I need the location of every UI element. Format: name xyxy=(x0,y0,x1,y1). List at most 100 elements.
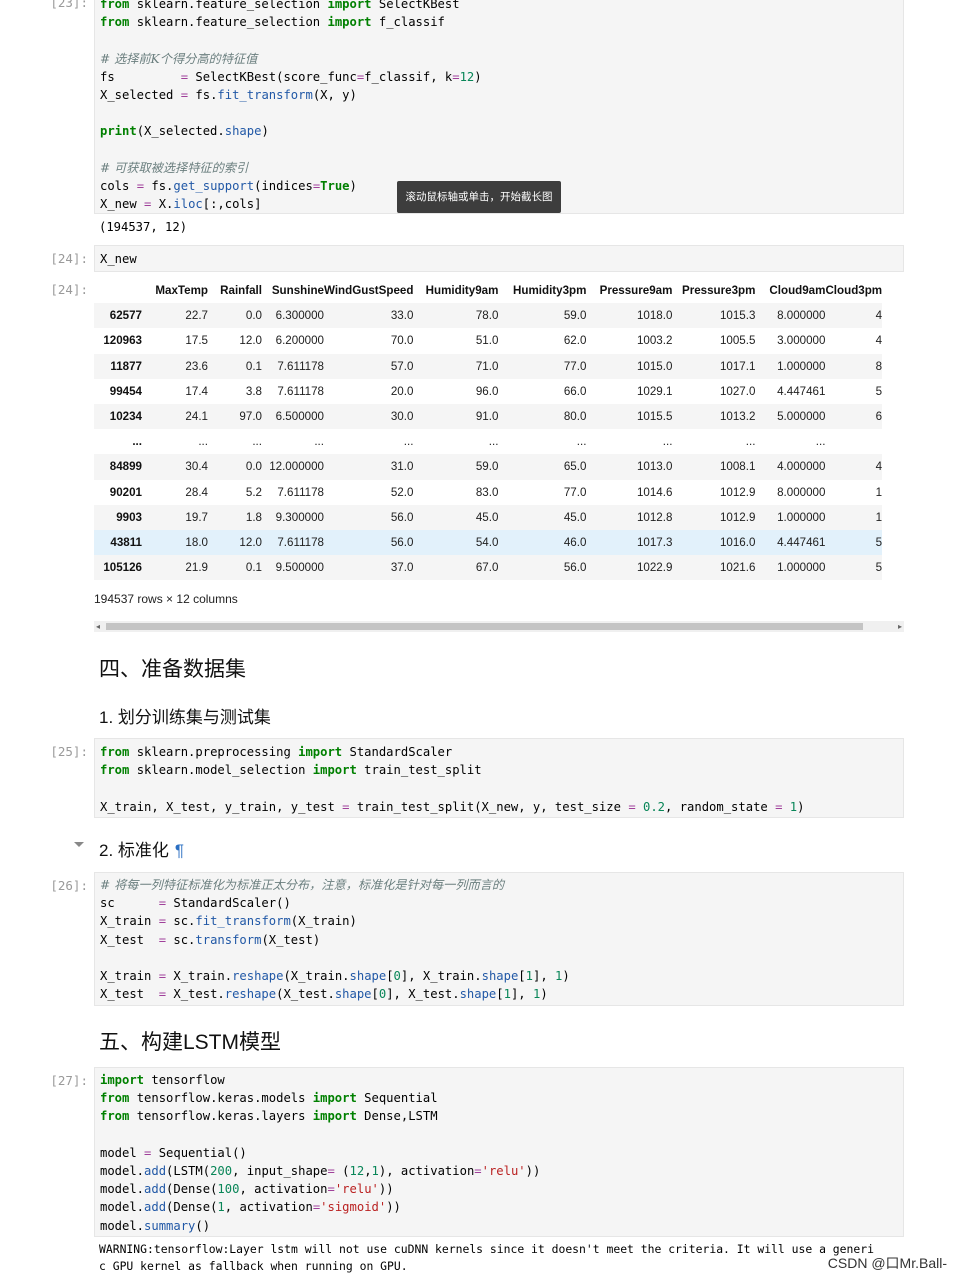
code-token: (X_train) xyxy=(290,914,357,929)
code-line: X_train, X_test, y_train, y_test = train… xyxy=(100,798,898,816)
code-token: ], X_test. xyxy=(386,987,460,1002)
table-cell: 31.0 xyxy=(390,460,414,474)
code-token: ) xyxy=(562,968,570,983)
code-editor[interactable]: # 将每一列特征标准化为标准正太分布，注意，标准化是针对每一列而言的 sc = S… xyxy=(94,872,904,1006)
table-cell: 1015.5 xyxy=(636,410,673,424)
code-token: ], X_train. xyxy=(400,968,482,983)
table-cell: 12.0 xyxy=(239,535,262,549)
row-index: 120963 xyxy=(103,334,142,348)
table-cell: 22.7 xyxy=(185,309,208,323)
table-cell: 1008.1 xyxy=(719,460,756,474)
code-token: ], xyxy=(532,968,555,983)
code-token: import xyxy=(298,745,343,759)
table-row: 120963 17.5 12.0 6.200000 70.0 51.0 62.0 1003.2… xyxy=(94,328,882,353)
table-cell: 66.0 xyxy=(563,384,587,398)
table-cell: 78.0 xyxy=(475,309,499,323)
table-cell: 28.4 xyxy=(185,485,208,499)
scroll-right-arrow-icon[interactable]: ▸ xyxy=(898,621,902,632)
code-token: = xyxy=(158,968,167,983)
subheading-split-dataset: 1. 划分训练集与测试集 xyxy=(99,708,271,727)
code-line: X_new xyxy=(100,252,137,266)
anchor-link-icon[interactable]: ¶ xyxy=(175,841,184,860)
code-token: summary xyxy=(144,1218,196,1233)
code-token: # 选择前K个得分高的特征值 xyxy=(100,51,258,66)
row-index: 10234 xyxy=(109,410,142,424)
table-cell: 57.0 xyxy=(390,359,414,373)
scroll-left-arrow-icon[interactable]: ◂ xyxy=(96,621,100,632)
code-token: shape xyxy=(224,124,262,139)
table-cell: 3.8 xyxy=(245,384,262,398)
code-line: X_test = X_test.reshape(X_test.shape[0],… xyxy=(100,985,898,1003)
code-token: from xyxy=(100,1091,130,1106)
table-cell: ... xyxy=(403,435,414,449)
row-index: 105126 xyxy=(103,561,142,575)
code-token: 1 xyxy=(217,1200,225,1215)
code-token: = xyxy=(158,914,167,929)
code-token: (X, y) xyxy=(312,87,357,102)
code-token: ) xyxy=(797,799,805,814)
code-token: import xyxy=(327,15,372,30)
table-cell: ... xyxy=(815,435,826,449)
table-cell: 1003.2 xyxy=(636,334,673,348)
code-editor[interactable]: from sklearn.preprocessing import Standa… xyxy=(94,738,904,818)
code-token: X_selected xyxy=(100,87,181,102)
dataframe-output: MaxTemp Rainfall Sunshine WindGustSpeed Humi… xyxy=(94,278,904,583)
column-header: Pressure3pm xyxy=(681,284,756,298)
code-token: fs. xyxy=(144,178,174,193)
code-token: ) xyxy=(349,178,357,193)
table-cell: 83.0 xyxy=(475,485,499,499)
row-index: ... xyxy=(132,435,142,449)
section-heading-4: 四、准备数据集 xyxy=(99,658,246,681)
table-cell: 5 xyxy=(875,535,883,549)
code-token: X_train. xyxy=(166,968,233,983)
table-cell: ... xyxy=(745,435,756,449)
table-cell: 56.0 xyxy=(390,535,414,549)
table-cell: 1015.3 xyxy=(719,309,756,323)
section-heading-5: 五、构建LSTM模型 xyxy=(99,1031,282,1054)
code-token: reshape xyxy=(232,968,284,983)
code-editor[interactable]: import tensorflow from tensorflow.keras.m… xyxy=(94,1067,904,1237)
table-cell: 17.4 xyxy=(185,384,208,398)
code-token: add xyxy=(144,1182,167,1197)
code-token: import xyxy=(312,1109,357,1124)
column-header: MaxTemp xyxy=(155,284,208,298)
code-line: from tensorflow.keras.layers import Dens… xyxy=(100,1107,898,1125)
table-cell: ... xyxy=(252,435,262,449)
code-token: , random_state xyxy=(665,799,776,814)
code-token: ], xyxy=(510,987,533,1002)
horizontal-scrollbar[interactable]: ◂ ▸ xyxy=(94,621,904,632)
code-token: (X_selected. xyxy=(136,124,225,139)
table-row: 99454 17.4 3.8 7.611178 20.0 96.0 66.0 1029.1 10… xyxy=(94,379,882,404)
table-cell: 24.1 xyxy=(185,410,208,424)
table-cell: 1012.8 xyxy=(636,510,673,524)
code-token: Sequential xyxy=(356,1091,438,1106)
code-editor[interactable]: X_new xyxy=(94,245,904,272)
table-cell: 7.611178 xyxy=(277,359,324,373)
row-index: 43811 xyxy=(110,535,142,549)
code-line: from sklearn.preprocessing import Standa… xyxy=(100,743,898,761)
code-token: 1 xyxy=(525,968,533,983)
code-token: train_test_split xyxy=(356,763,482,778)
code-token: f_classif xyxy=(371,15,445,30)
subheading-standardize: 2. 标准化 ¶ xyxy=(99,836,184,861)
code-token: 0 xyxy=(393,968,401,983)
scrollbar-thumb[interactable] xyxy=(106,623,863,630)
code-token: = xyxy=(180,69,189,84)
code-token: X_test xyxy=(100,932,159,947)
code-token: X_test. xyxy=(166,987,225,1002)
code-token: 'sigmoid' xyxy=(320,1200,387,1215)
code-line: model.summary() xyxy=(100,1217,898,1235)
collapse-heading-icon[interactable] xyxy=(74,842,84,847)
code-line: # 将每一列特征标准化为标准正太分布，注意，标准化是针对每一列而言的 xyxy=(100,876,898,894)
code-token: fs xyxy=(100,69,181,84)
table-cell: 6.300000 xyxy=(275,309,324,323)
code-line: print(X_selected.shape) xyxy=(100,122,898,140)
code-token: fit_transform xyxy=(195,914,291,929)
code-token: StandardScaler xyxy=(342,745,453,759)
column-header: Humidity9am xyxy=(425,284,499,298)
code-token: (Dense( xyxy=(166,1200,218,1215)
table-cell: 1.000000 xyxy=(777,561,826,575)
